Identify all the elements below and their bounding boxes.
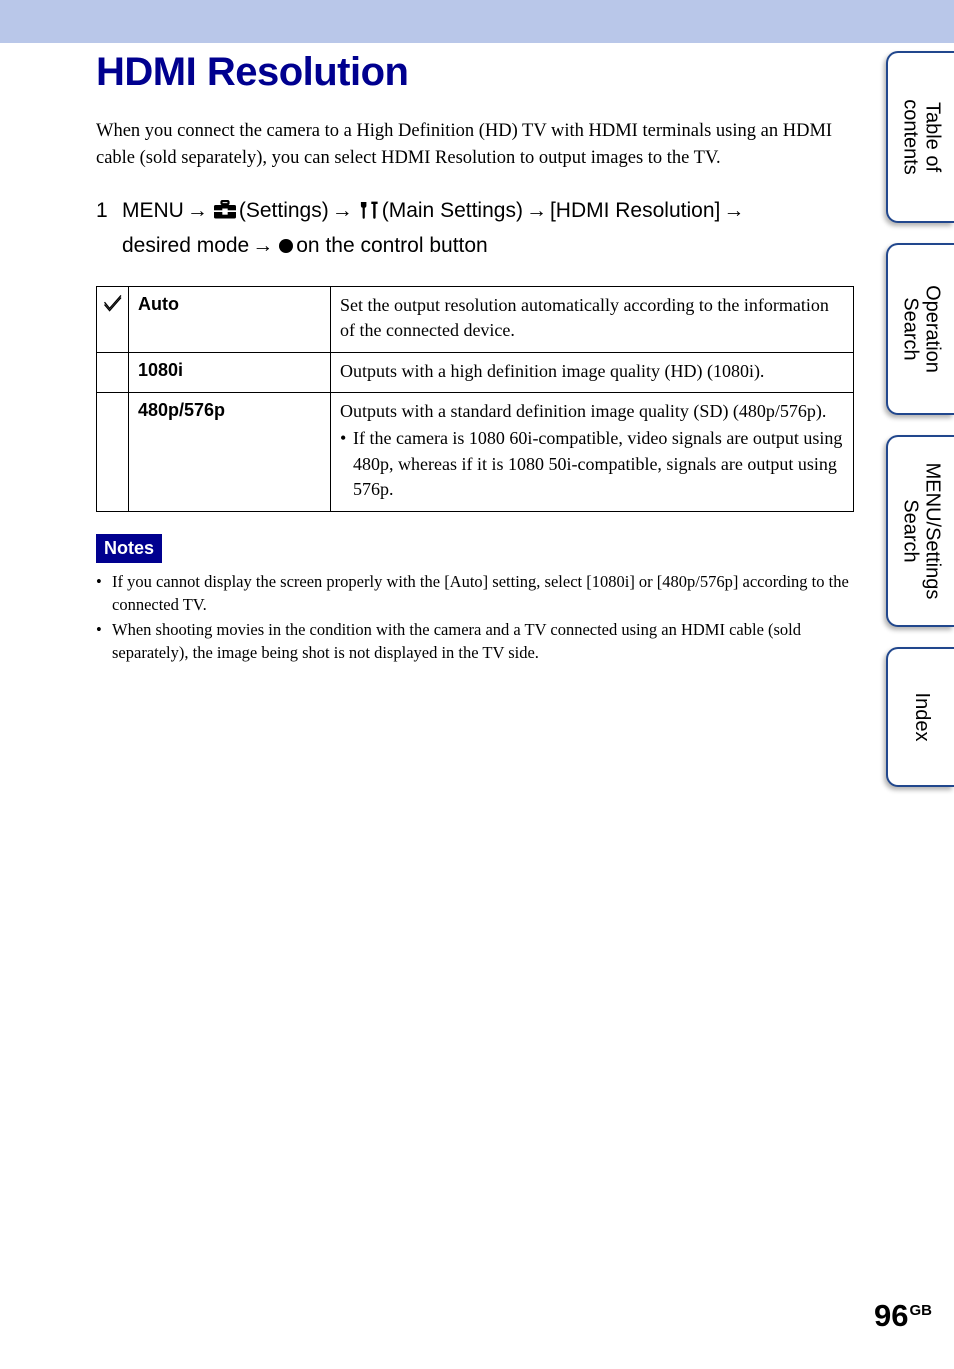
- option-description: Outputs with a standard definition image…: [340, 401, 827, 422]
- checkmark-icon: [103, 294, 123, 312]
- option-label-cell: 480p/576p: [128, 392, 331, 512]
- arrow-icon-3: →: [525, 199, 547, 222]
- step-text: MENU → (Settings) → (Main Settings) → [HDMI …: [122, 195, 856, 262]
- default-marker-cell: [96, 285, 129, 353]
- table-row: 1080i Outputs with a high definition ima…: [96, 351, 854, 394]
- default-marker-cell: [96, 351, 129, 394]
- table-row: 480p/576p Outputs with a standard defini…: [96, 392, 854, 512]
- sidebar-item-operation-search[interactable]: Operation Search: [886, 243, 954, 415]
- notes-section: Notes • If you cannot display the screen…: [96, 533, 856, 664]
- arrow-icon-4: →: [723, 199, 745, 222]
- note-text: If you cannot display the screen properl…: [112, 571, 849, 614]
- option-desc-cell: Set the output resolution automatically …: [330, 285, 854, 353]
- arrow-icon-5: →: [252, 233, 274, 257]
- option-sub-item: • If the camera is 1080 60i-compatible, …: [340, 426, 844, 503]
- option-description: Set the output resolution automatically …: [340, 294, 829, 341]
- page-number: 96GB: [874, 1300, 932, 1331]
- sidebar-item-label: MENU/Settings Search: [900, 462, 944, 600]
- control-button-label: on the control button: [296, 233, 488, 257]
- option-label: Auto: [138, 293, 179, 314]
- header-band: [0, 0, 954, 43]
- notes-badge: Notes: [96, 533, 163, 563]
- option-sub-list: • If the camera is 1080 60i-compatible, …: [340, 426, 844, 503]
- notes-list: • If you cannot display the screen prope…: [96, 570, 856, 664]
- step-number: 1: [96, 199, 108, 222]
- sidebar-item-index[interactable]: Index: [886, 647, 954, 787]
- step-instruction: 1 MENU → (Settings) → (Main Settings) → [HDM…: [96, 172, 856, 262]
- menu-item-label: [HDMI Resolution]: [549, 199, 721, 222]
- bullet-icon: •: [96, 619, 102, 639]
- sidebar-item-table-of-contents[interactable]: Table of contents: [886, 51, 954, 223]
- toolbox-icon: [213, 198, 237, 230]
- arrow-icon-2: →: [331, 199, 353, 222]
- sidebar-item-label: Operation Search: [900, 285, 944, 373]
- arrow-icon-1: →: [186, 199, 208, 222]
- sidebar-item-menu-settings-search[interactable]: MENU/Settings Search: [886, 435, 954, 627]
- bullet-icon: •: [340, 428, 347, 448]
- list-item: • When shooting movies in the condition …: [96, 618, 856, 664]
- option-label-cell: Auto: [128, 285, 331, 353]
- sidebar-item-label: Index: [910, 692, 933, 742]
- filled-circle-icon: [279, 238, 294, 253]
- page-title: HDMI Resolution: [96, 50, 409, 94]
- main-settings-label: (Main Settings): [381, 199, 523, 222]
- page-content: HDMI Resolution When you connect the cam…: [96, 43, 856, 666]
- option-description: Outputs with a high definition image qua…: [340, 360, 765, 381]
- bullet-icon: •: [96, 571, 102, 591]
- option-label: 1080i: [138, 359, 184, 380]
- option-sub-text: If the camera is 1080 60i-compatible, vi…: [353, 428, 843, 500]
- option-desc-cell: Outputs with a standard definition image…: [330, 392, 854, 512]
- option-label-cell: 1080i: [128, 351, 331, 394]
- desired-mode-label: desired mode: [122, 233, 250, 257]
- default-marker-cell: [96, 392, 129, 512]
- list-item: • If you cannot display the screen prope…: [96, 570, 856, 616]
- wrench-screwdriver-icon: [358, 198, 380, 230]
- intro-paragraph: When you connect the camera to a High De…: [96, 121, 833, 168]
- sidebar-item-label: Table of contents: [900, 99, 944, 175]
- option-label: 480p/576p: [138, 400, 226, 421]
- menu-label: MENU: [122, 199, 184, 222]
- option-desc-cell: Outputs with a high definition image qua…: [330, 351, 854, 394]
- settings-label: (Settings): [238, 199, 329, 222]
- options-table: Auto Set the output resolution automatic…: [96, 285, 854, 512]
- page-number-value: 96: [874, 1298, 909, 1333]
- table-row: Auto Set the output resolution automatic…: [96, 285, 854, 353]
- page-number-suffix: GB: [909, 1301, 933, 1319]
- note-text: When shooting movies in the condition wi…: [112, 619, 802, 662]
